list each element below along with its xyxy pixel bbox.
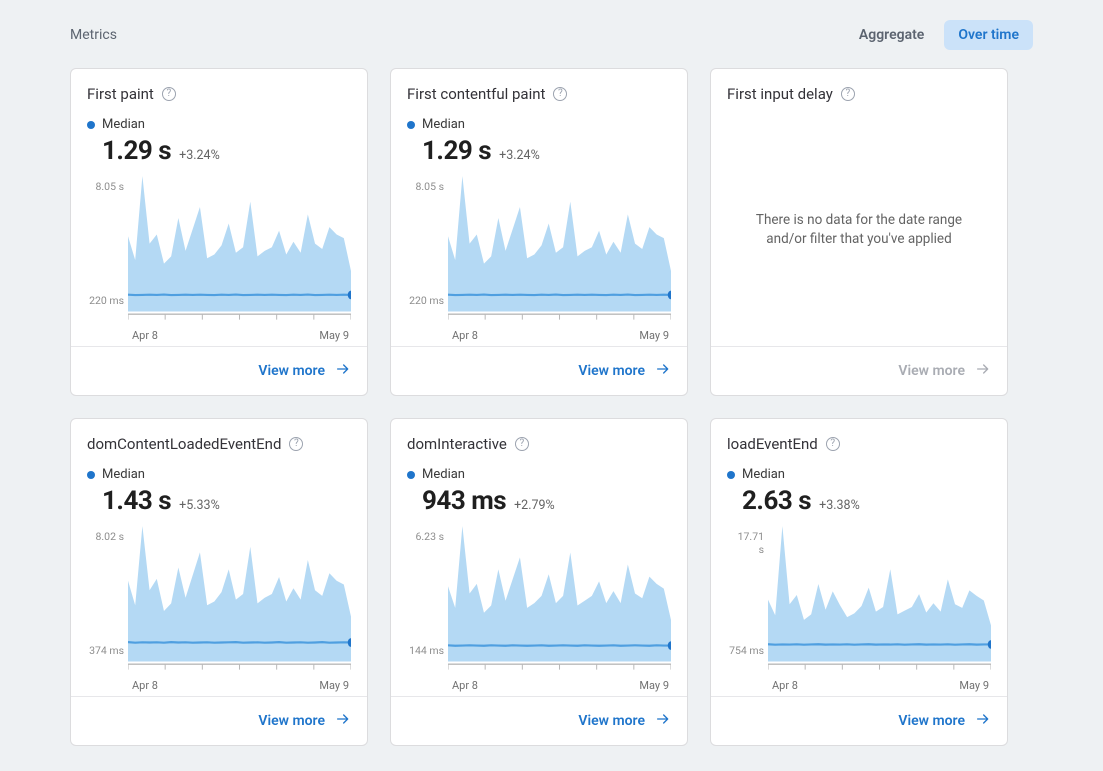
chart: 6.23 s 144 ms xyxy=(407,526,671,675)
card-title: domContentLoadedEventEnd xyxy=(87,435,281,453)
y-max: 6.23 s xyxy=(407,530,444,543)
legend-label: Median xyxy=(422,467,465,482)
legend-dot xyxy=(407,471,415,479)
metric-value: 943 ms xyxy=(422,486,506,516)
legend-dot xyxy=(407,121,415,129)
y-min: 144 ms xyxy=(407,644,444,657)
y-max: 8.05 s xyxy=(87,180,124,193)
arrow-right-icon xyxy=(335,711,351,731)
y-min: 754 ms xyxy=(727,644,764,657)
card-title: domInteractive xyxy=(407,435,507,453)
metric-card-load-event-end: loadEventEnd ? Median 2.63 s +3.38% 17.7… xyxy=(710,418,1008,746)
x-start: Apr 8 xyxy=(452,679,478,692)
card-title: First contentful paint xyxy=(407,85,545,103)
card-title: loadEventEnd xyxy=(727,435,818,453)
metric-card-first-contentful-paint: First contentful paint ? Median 1.29 s +… xyxy=(390,68,688,396)
view-toggle: Aggregate Over time xyxy=(845,20,1033,50)
metric-delta: +3.24% xyxy=(179,148,220,163)
metric-card-dom-interactive: domInteractive ? Median 943 ms +2.79% 6.… xyxy=(390,418,688,746)
arrow-right-icon xyxy=(655,361,671,381)
legend-dot xyxy=(87,121,95,129)
x-start: Apr 8 xyxy=(132,679,158,692)
legend-label: Median xyxy=(422,117,465,132)
y-min: 374 ms xyxy=(87,644,124,657)
help-icon[interactable]: ? xyxy=(553,87,567,101)
x-start: Apr 8 xyxy=(772,679,798,692)
legend-label: Median xyxy=(742,467,785,482)
view-more-link: View more xyxy=(898,361,991,381)
chart: 8.05 s 220 ms xyxy=(407,176,671,325)
y-max: 8.02 s xyxy=(87,530,124,543)
y-min: 220 ms xyxy=(407,294,444,307)
legend-label: Median xyxy=(102,467,145,482)
x-start: Apr 8 xyxy=(452,329,478,342)
y-min: 220 ms xyxy=(87,294,124,307)
metric-value: 1.43 s xyxy=(102,486,171,516)
x-start: Apr 8 xyxy=(132,329,158,342)
card-title: First input delay xyxy=(727,85,833,103)
view-more-link[interactable]: View more xyxy=(258,711,351,731)
metric-value: 2.63 s xyxy=(742,486,811,516)
section-title: Metrics xyxy=(70,27,117,43)
metric-delta: +2.79% xyxy=(514,498,555,513)
card-title: First paint xyxy=(87,85,154,103)
metric-delta: +3.24% xyxy=(499,148,540,163)
metric-value: 1.29 s xyxy=(102,136,171,166)
y-max: 8.05 s xyxy=(407,180,444,193)
arrow-right-icon xyxy=(975,361,991,381)
metric-delta: +3.38% xyxy=(819,498,860,513)
chart: 8.05 s 220 ms xyxy=(87,176,351,325)
metric-card-dom-content-loaded: domContentLoadedEventEnd ? Median 1.43 s… xyxy=(70,418,368,746)
metrics-header: Metrics Aggregate Over time xyxy=(24,20,1079,50)
toggle-over-time[interactable]: Over time xyxy=(944,20,1033,50)
view-more-link[interactable]: View more xyxy=(898,711,991,731)
help-icon[interactable]: ? xyxy=(826,437,840,451)
legend-dot xyxy=(87,471,95,479)
arrow-right-icon xyxy=(655,711,671,731)
x-end: May 9 xyxy=(639,679,669,692)
view-more-link[interactable]: View more xyxy=(578,711,671,731)
metric-value: 1.29 s xyxy=(422,136,491,166)
help-icon[interactable]: ? xyxy=(841,87,855,101)
help-icon[interactable]: ? xyxy=(162,87,176,101)
metric-card-first-input-delay: First input delay ? There is no data for… xyxy=(710,68,1008,396)
x-end: May 9 xyxy=(319,679,349,692)
view-more-link[interactable]: View more xyxy=(578,361,671,381)
metric-delta: +5.33% xyxy=(179,498,220,513)
legend-label: Median xyxy=(102,117,145,132)
view-more-link[interactable]: View more xyxy=(258,361,351,381)
chart: 17.71s 754 ms xyxy=(727,526,991,675)
toggle-aggregate[interactable]: Aggregate xyxy=(845,20,938,50)
help-icon[interactable]: ? xyxy=(515,437,529,451)
empty-state: There is no data for the date range and/… xyxy=(727,117,991,342)
x-end: May 9 xyxy=(959,679,989,692)
arrow-right-icon xyxy=(335,361,351,381)
chart: 8.02 s 374 ms xyxy=(87,526,351,675)
x-end: May 9 xyxy=(639,329,669,342)
help-icon[interactable]: ? xyxy=(289,437,303,451)
x-end: May 9 xyxy=(319,329,349,342)
arrow-right-icon xyxy=(975,711,991,731)
metric-card-first-paint: First paint ? Median 1.29 s +3.24% 8.05 … xyxy=(70,68,368,396)
y-max: 17.71s xyxy=(727,530,764,556)
legend-dot xyxy=(727,471,735,479)
